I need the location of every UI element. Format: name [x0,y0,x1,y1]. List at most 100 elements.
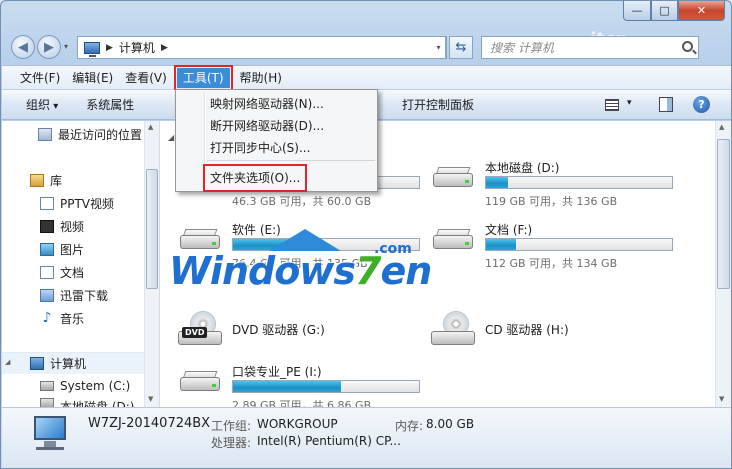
drive-usage-fill [486,177,509,188]
navigation-row: ◀ ▶ ▾ ▶ 计算机 ▶ ▾ ⇆ 搜索 计算机 [1,33,731,63]
menu-edit[interactable]: 编辑(E) [66,68,119,88]
nav-item-label: 库 [50,173,63,188]
document-library-icon [40,265,54,279]
menu-item-folder-options[interactable]: 文件夹选项(O)... [202,164,308,192]
drive-name: DVD 驱动器 (G:) [232,323,325,337]
nav-item-label: 最近访问的位置 [58,127,143,142]
site-watermark: Windows7en .com [169,229,432,299]
nav-item-recent[interactable]: 最近访问的位置 [38,124,142,144]
nav-item-label: PPTV视频 [60,196,115,211]
help-icon[interactable]: ? [693,96,710,113]
change-view-icon[interactable] [605,99,619,111]
computer-icon [30,416,70,450]
nav-item-videos[interactable]: 视频 [40,216,84,236]
nav-item-label: 视频 [60,219,85,234]
menu-item-open-sync-center[interactable]: 打开同步中心(S)... [210,138,310,158]
cpu-label: 处理器: [211,436,252,450]
download-folder-icon [40,288,54,302]
close-button[interactable]: ✕ [678,1,725,21]
recent-places-icon [38,127,52,141]
menu-item-disconnect-network-drive[interactable]: 断开网络驱动器(D)... [210,116,324,136]
group-collapse-icon[interactable]: ◢ [168,133,174,142]
drive-usage-bar [232,380,420,393]
breadcrumb-separator-icon[interactable]: ▶ [106,43,113,53]
drive-icon [40,398,54,407]
search-icon[interactable] [682,41,693,52]
back-button[interactable]: ◀ [11,35,35,59]
nav-item-pictures[interactable]: 图片 [40,239,84,259]
main-pane-scrollbar[interactable]: ▲ ▼ [715,121,731,407]
drive-item[interactable]: 文档 (F:) 112 GB 可用，共 134 GB [431,219,681,270]
menu-separator [207,160,375,161]
menu-view[interactable]: 查看(V) [119,68,173,88]
nav-item-label: 文档 [60,265,85,280]
cpu-value: Intel(R) Pentium(R) CP... [257,434,401,448]
view-options-dropdown[interactable]: ▾ [627,98,632,108]
scroll-up-icon[interactable]: ▲ [719,123,724,131]
open-control-panel-button[interactable]: 打开控制面板 [392,93,484,117]
drive-icon [40,381,54,391]
drive-name: CD 驱动器 (H:) [485,323,569,337]
system-properties-button[interactable]: 系统属性 [76,93,144,117]
dvd-drive-icon: DVD [178,311,222,347]
picture-library-icon [40,242,54,256]
hard-drive-icon [431,227,475,253]
maximize-button[interactable]: □ [651,1,678,21]
breadcrumb-separator-icon[interactable]: ▶ [161,43,168,53]
recent-pages-dropdown[interactable]: ▾ [64,42,68,51]
nav-item-label: System (C:) [60,379,131,393]
optical-drive-item[interactable]: CD 驱动器 (H:) [431,307,681,357]
computer-name: W7ZJ-20140724BX [88,416,211,431]
preview-pane-icon[interactable] [659,97,673,112]
cd-drive-icon [431,311,475,347]
main-scrollbar-thumb[interactable] [717,139,730,289]
computer-icon [84,41,100,57]
organize-button[interactable]: 组织 [16,93,68,117]
drive-free-space: 119 GB 可用，共 136 GB [485,195,618,208]
nav-item-thunder-downloads[interactable]: 迅雷下载 [40,285,108,305]
workgroup-label: 工作组: [211,419,252,433]
minimize-button[interactable]: — [623,1,651,21]
optical-drive-item[interactable]: DVD DVD 驱动器 (G:) [178,307,428,357]
menu-item-map-network-drive[interactable]: 映射网络驱动器(N)... [210,94,324,114]
menu-help[interactable]: 帮助(H) [234,68,288,88]
refresh-button[interactable]: ⇆ [449,36,473,59]
drive-usage-bar [485,238,673,251]
menu-file[interactable]: 文件(F) [14,68,66,88]
title-bar: itcn — □ ✕ [1,1,731,50]
drive-usage-bar [485,176,673,189]
menu-bar: 文件(F) 编辑(E) 查看(V) 工具(T) 帮助(H) [2,64,731,91]
memory-value: 8.00 GB [426,417,475,431]
nav-item-libraries[interactable]: 库 [30,170,62,190]
nav-item-system-c[interactable]: System (C:) [40,376,130,396]
hard-drive-icon [431,165,475,191]
scroll-down-icon[interactable]: ▼ [148,395,153,403]
tools-menu: 映射网络驱动器(N)... 断开网络驱动器(D)... 打开同步中心(S)...… [175,89,378,192]
collapse-arrow-icon[interactable]: ◢ [5,358,10,366]
removable-drive-icon [178,369,222,395]
address-dropdown[interactable]: ▾ [432,36,446,59]
drive-item[interactable]: 本地磁盘 (D:) 119 GB 可用，共 136 GB [431,157,681,208]
nav-scrollbar-thumb[interactable] [146,169,158,289]
folder-icon [40,196,54,210]
nav-item-computer[interactable]: 计算机 [30,353,86,373]
nav-pane-scrollbar[interactable]: ▲ ▼ [144,121,159,407]
drive-free-space: 46.3 GB 可用，共 60.0 GB [232,195,372,208]
forward-button[interactable]: ▶ [37,35,61,59]
scroll-down-icon[interactable]: ▼ [719,395,724,403]
nav-item-documents[interactable]: 文档 [40,262,84,282]
breadcrumb-computer[interactable]: 计算机 [119,39,155,56]
search-input[interactable]: 搜索 计算机 [481,36,699,59]
workgroup-value: WORKGROUP [257,417,338,431]
nav-item-local-d[interactable]: 本地磁盘 (D:) [40,398,134,407]
drive-name: 口袋专业_PE (I:) [232,365,322,379]
nav-item-music[interactable]: ♪ 音乐 [40,308,84,328]
nav-item-label: 计算机 [50,356,87,371]
scroll-up-icon[interactable]: ▲ [148,123,153,131]
menu-tools[interactable]: 工具(T) [173,64,233,91]
drive-item[interactable]: 口袋专业_PE (I:) 2.89 GB 可用，共 6.86 GB [178,361,428,412]
search-placeholder: 搜索 计算机 [490,41,554,55]
computer-icon [30,356,44,370]
nav-item-pptv[interactable]: PPTV视频 [40,193,114,213]
address-bar[interactable]: ▶ 计算机 ▶ [77,36,447,59]
